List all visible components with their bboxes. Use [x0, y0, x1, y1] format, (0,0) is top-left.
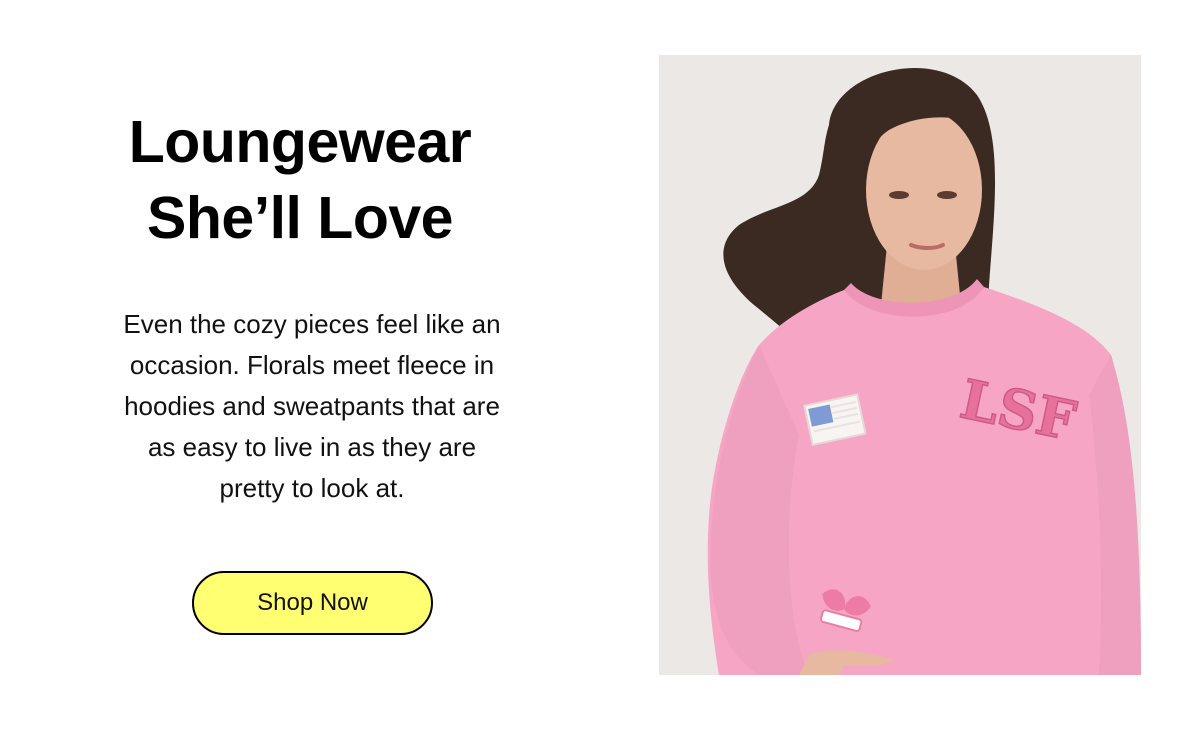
model-illustration: LSF	[659, 55, 1141, 675]
left-eye	[889, 191, 909, 199]
promo-description: Even the cozy pieces feel like an occasi…	[64, 304, 560, 509]
product-photo[interactable]: LSF	[659, 55, 1141, 675]
description-line-2: occasion. Florals meet fleece in	[129, 350, 495, 380]
description-line-1: Even the cozy pieces feel like an	[123, 309, 501, 339]
promo-headline: Loungewear She’ll Love	[20, 104, 580, 256]
headline-line-1: Loungewear	[128, 109, 472, 175]
headline-line-2: She’ll Love	[147, 185, 453, 251]
promo-section: Loungewear She’ll Love Even the cozy pie…	[0, 0, 1200, 730]
description-line-4: as easy to live in as they are	[147, 432, 477, 462]
description-line-5: pretty to look at.	[219, 473, 405, 503]
description-line-3: hoodies and sweatpants that are	[124, 391, 500, 421]
shop-now-button[interactable]: Shop Now	[192, 571, 433, 635]
right-eye	[937, 191, 957, 199]
